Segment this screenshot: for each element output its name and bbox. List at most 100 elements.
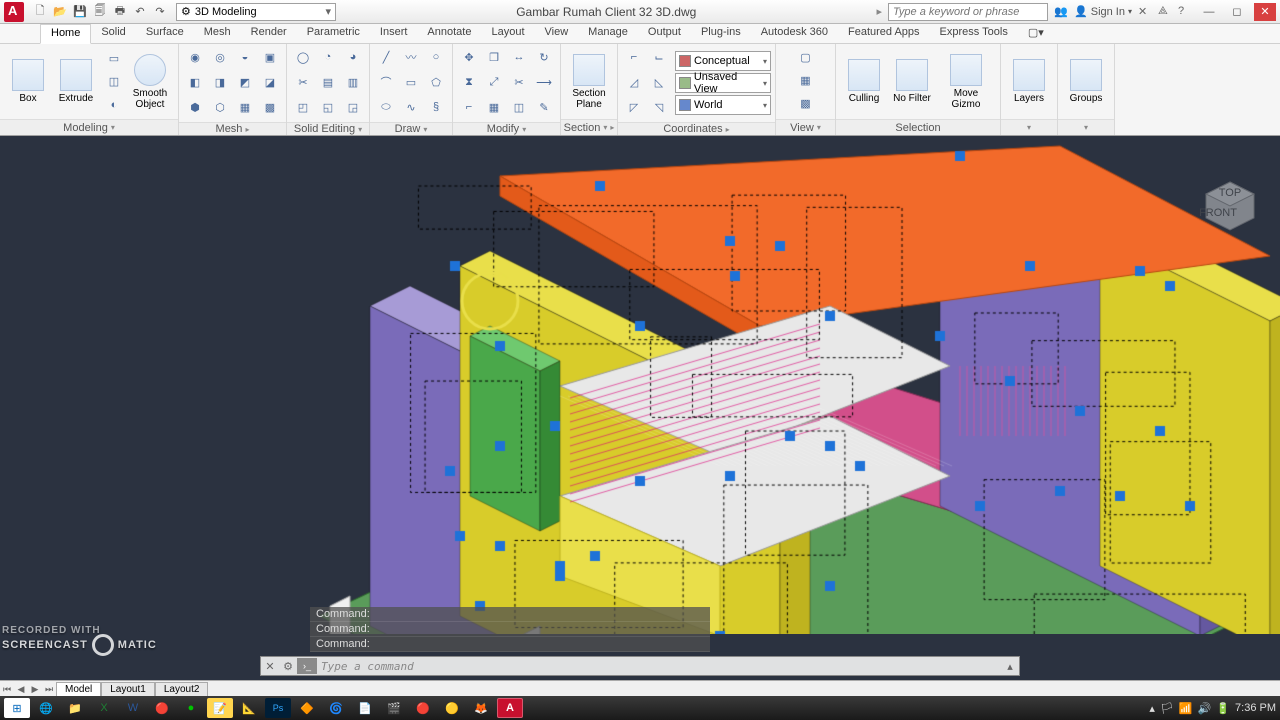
tab-autodesk360[interactable]: Autodesk 360 (751, 24, 838, 43)
extend-icon[interactable]: ⟶ (532, 71, 556, 93)
section-plane-button[interactable]: Section Plane (565, 52, 613, 112)
mesh-icon-2[interactable]: ◎ (208, 46, 232, 68)
copy-icon[interactable]: ❐ (482, 46, 506, 68)
extract-edges-icon[interactable]: ▥ (341, 71, 365, 93)
mesh-icon-11[interactable]: ▦ (233, 96, 257, 118)
app-icon[interactable] (4, 2, 24, 22)
tray-volume-icon[interactable]: 🔊 (1198, 702, 1212, 715)
polysolid-icon[interactable]: ▭ (102, 48, 126, 70)
fillet-icon[interactable]: ⌐ (457, 96, 481, 118)
view-icon-3[interactable]: ▩ (788, 92, 824, 114)
layout-tab-model[interactable]: Model (56, 682, 101, 696)
offset-icon[interactable]: ◫ (507, 96, 531, 118)
tab-manage[interactable]: Manage (578, 24, 638, 43)
chrome-running-icon[interactable]: 🟡 (439, 698, 465, 718)
app-icon-1[interactable]: 📐 (236, 698, 262, 718)
nofilter-button[interactable]: No Filter (888, 57, 936, 106)
chrome-icon[interactable]: 🔴 (149, 698, 175, 718)
word-icon[interactable]: W (120, 698, 146, 718)
mesh-icon-7[interactable]: ◩ (233, 71, 257, 93)
tab-plugins[interactable]: Plug-ins (691, 24, 751, 43)
ucs-icon-5[interactable]: ◸ (622, 96, 646, 118)
tab-featuredapps[interactable]: Featured Apps (838, 24, 930, 43)
subtract-icon[interactable]: ◔ (316, 46, 340, 68)
line-icon[interactable]: ╱ (374, 46, 398, 68)
app-icon-2[interactable]: 🔶 (294, 698, 320, 718)
firefox-icon[interactable]: 🦊 (468, 698, 494, 718)
tab-solid[interactable]: Solid (91, 24, 135, 43)
help-icon[interactable]: ? (1178, 5, 1192, 19)
maximize-button[interactable]: ◻ (1226, 3, 1248, 21)
mesh-icon-4[interactable]: ▣ (258, 46, 282, 68)
system-tray[interactable]: ▴ 🏳 📶 🔊 🔋 7:36 PM (1149, 702, 1276, 715)
open-icon[interactable]: 📂 (52, 4, 68, 20)
erase-icon[interactable]: ✎ (532, 96, 556, 118)
explorer-icon[interactable]: 📁 (62, 698, 88, 718)
autocad-running-icon[interactable]: A (497, 698, 523, 718)
tab-insert[interactable]: Insert (370, 24, 418, 43)
viewcube[interactable]: TOP FRONT (1200, 176, 1260, 236)
tray-up-icon[interactable]: ▴ (1149, 702, 1155, 715)
arc-icon[interactable]: ⌒ (374, 71, 398, 93)
sedit-icon-8[interactable]: ◱ (316, 96, 340, 118)
line-icon[interactable]: ● (178, 698, 204, 718)
thicken-icon[interactable]: ▤ (316, 71, 340, 93)
app-icon-3[interactable]: 🌀 (323, 698, 349, 718)
tab-parametric[interactable]: Parametric (297, 24, 370, 43)
tab-view[interactable]: View (535, 24, 579, 43)
command-input[interactable]: Type a command (321, 660, 1001, 673)
mesh-icon-1[interactable]: ◉ (183, 46, 207, 68)
tab-expresstools[interactable]: Express Tools (930, 24, 1018, 43)
mesh-icon-3[interactable]: ◒ (233, 46, 257, 68)
tab-render[interactable]: Render (241, 24, 297, 43)
close-button[interactable]: ✕ (1254, 3, 1276, 21)
save-icon[interactable]: 💾 (72, 4, 88, 20)
presspull-icon[interactable]: ◫ (102, 71, 126, 93)
model-canvas[interactable] (0, 136, 1280, 634)
smooth-object-button[interactable]: Smooth Object (126, 52, 174, 112)
autodesk-exchange-icon[interactable]: 👥 (1054, 5, 1068, 19)
layout-next-icon[interactable]: ▶ (28, 684, 42, 695)
excel-icon[interactable]: X (91, 698, 117, 718)
tab-surface[interactable]: Surface (136, 24, 194, 43)
layout-tab-layout1[interactable]: Layout1 (101, 682, 155, 696)
saveas-icon[interactable]: 🗐 (92, 4, 108, 20)
layout-last-icon[interactable]: ⏭ (42, 684, 56, 695)
scale-icon[interactable]: ⤢ (482, 71, 506, 93)
union-icon[interactable]: ◯ (291, 46, 315, 68)
view-icon-2[interactable]: ▦ (788, 69, 824, 91)
print-icon[interactable]: 🖶 (112, 4, 128, 20)
cmd-dropdown-icon[interactable]: ▴ (1001, 660, 1019, 673)
tray-flag-icon[interactable]: 🏳 (1160, 702, 1174, 715)
revolve-icon[interactable]: ◐ (102, 94, 126, 116)
mirror-icon[interactable]: ⧗ (457, 71, 481, 93)
command-line[interactable]: ✕ ⚙ ›_ Type a command ▴ (260, 656, 1020, 676)
visual-style-combo[interactable]: Conceptual (675, 51, 771, 71)
undo-icon[interactable]: ↶ (132, 4, 148, 20)
tab-layout[interactable]: Layout (481, 24, 534, 43)
layout-first-icon[interactable]: ⏮ (0, 684, 14, 695)
drawing-viewport[interactable]: [–][SE Isometric][Conceptual] — ◻ ✕ TOP … (0, 136, 1280, 680)
helix-icon[interactable]: § (424, 96, 448, 118)
ellipse-icon[interactable]: ⬭ (374, 96, 398, 118)
minimize-button[interactable]: — (1198, 3, 1220, 21)
ribbon-minimize-icon[interactable]: ▢▾ (1018, 24, 1054, 43)
search-input[interactable] (888, 3, 1048, 21)
tab-output[interactable]: Output (638, 24, 691, 43)
tray-clock[interactable]: 7:36 PM (1235, 702, 1276, 714)
mesh-icon-5[interactable]: ◧ (183, 71, 207, 93)
intersect-icon[interactable]: ◕ (341, 46, 365, 68)
tab-annotate[interactable]: Annotate (417, 24, 481, 43)
sedit-icon-9[interactable]: ◲ (341, 96, 365, 118)
app-icon-4[interactable]: 📄 (352, 698, 378, 718)
tray-network-icon[interactable]: 📶 (1179, 702, 1193, 715)
culling-button[interactable]: Culling (840, 57, 888, 106)
mesh-icon-9[interactable]: ⬢ (183, 96, 207, 118)
redo-icon[interactable]: ↷ (152, 4, 168, 20)
groups-button[interactable]: Groups (1062, 57, 1110, 106)
cmd-options-icon[interactable]: ⚙ (279, 660, 297, 673)
mesh-icon-6[interactable]: ◨ (208, 71, 232, 93)
polyline-icon[interactable]: 〰 (399, 46, 423, 68)
movegizmo-button[interactable]: Move Gizmo (936, 52, 996, 112)
app-icon-5[interactable]: 🎬 (381, 698, 407, 718)
